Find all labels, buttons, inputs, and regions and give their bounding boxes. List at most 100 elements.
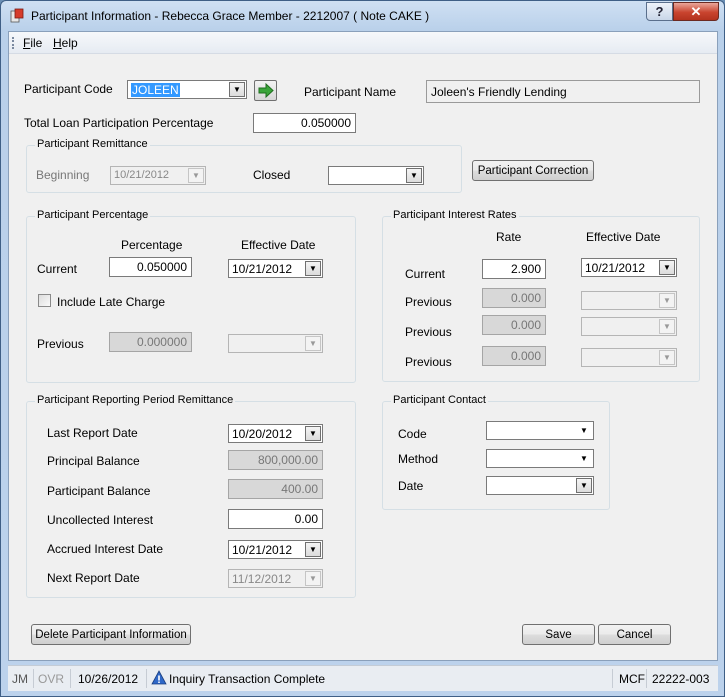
contact-method-label: Method xyxy=(398,452,439,466)
participant-code-label: Participant Code xyxy=(24,82,113,96)
include-late-charge-checkbox[interactable] xyxy=(38,294,51,307)
group-title: Participant Interest Rates xyxy=(391,209,519,221)
chevron-down-icon[interactable]: ▼ xyxy=(305,261,321,276)
next-report-date-combo[interactable]: 11/12/2012 ▼ xyxy=(228,569,323,588)
chevron-down-icon[interactable]: ▼ xyxy=(576,478,592,493)
interest-rate-previous-3-field[interactable]: 0.000 xyxy=(482,346,546,366)
status-separator xyxy=(646,669,647,688)
effective-date-column-header: Effective Date xyxy=(241,238,316,252)
group-title: Participant Contact xyxy=(391,394,488,406)
group-title: Participant Percentage xyxy=(35,209,151,221)
participant-balance-label: Participant Balance xyxy=(47,484,151,498)
closed-date-combo[interactable]: ▼ xyxy=(328,166,424,185)
contact-code-label: Code xyxy=(398,427,427,441)
participant-remittance-group: Participant Remittance Beginning 10/21/2… xyxy=(26,138,462,193)
interest-rate-current-field[interactable]: 2.900 xyxy=(482,259,546,279)
chevron-down-icon[interactable]: ▼ xyxy=(659,350,675,365)
total-percentage-label: Total Loan Participation Percentage xyxy=(24,116,214,130)
previous-effective-date-combo[interactable]: ▼ xyxy=(228,334,323,353)
contact-date-combo[interactable]: ▼ xyxy=(486,476,594,495)
group-title: Participant Reporting Period Remittance xyxy=(35,394,236,406)
contact-code-combo[interactable]: ▼ xyxy=(486,421,594,440)
contact-method-combo[interactable]: ▼ xyxy=(486,449,594,468)
participant-code-value: JOLEEN xyxy=(131,83,180,97)
beginning-label: Beginning xyxy=(36,168,90,182)
chevron-down-icon[interactable]: ▼ xyxy=(305,426,321,441)
status-message: Inquiry Transaction Complete xyxy=(169,672,326,686)
reporting-period-remittance-group: Participant Reporting Period Remittance … xyxy=(26,394,356,598)
close-button[interactable]: ✕ xyxy=(673,2,719,21)
uncollected-interest-label: Uncollected Interest xyxy=(47,513,154,527)
chevron-down-icon[interactable]: ▼ xyxy=(576,451,592,466)
current-effective-date-value: 10/21/2012 xyxy=(232,262,293,276)
chevron-down-icon[interactable]: ▼ xyxy=(305,336,321,351)
last-report-date-label: Last Report Date xyxy=(47,426,138,440)
chevron-down-icon[interactable]: ▼ xyxy=(305,571,321,586)
info-triangle-icon xyxy=(151,670,167,685)
status-separator xyxy=(33,669,34,688)
next-report-date-label: Next Report Date xyxy=(47,571,140,585)
window-title: Participant Information - Rebecca Grace … xyxy=(31,9,430,23)
beginning-date-combo[interactable]: 10/21/2012 ▼ xyxy=(110,166,206,185)
percentage-column-header: Percentage xyxy=(121,238,183,252)
participant-correction-button[interactable]: Participant Correction xyxy=(472,160,594,181)
include-late-charge-label: Include Late Charge xyxy=(57,295,166,309)
delete-participant-button[interactable]: Delete Participant Information xyxy=(31,624,191,645)
chevron-down-icon[interactable]: ▼ xyxy=(659,260,675,275)
interest-rate-previous-2-field[interactable]: 0.000 xyxy=(482,315,546,335)
previous-label: Previous xyxy=(37,337,84,351)
participant-balance-field[interactable]: 400.00 xyxy=(228,479,323,499)
menu-help[interactable]: Help xyxy=(53,36,78,50)
contact-date-label: Date xyxy=(398,479,424,493)
status-user: JM xyxy=(12,672,28,686)
interest-date-current-combo[interactable]: 10/21/2012 ▼ xyxy=(581,258,677,277)
title-bar[interactable]: Participant Information - Rebecca Grace … xyxy=(1,1,724,31)
menu-file[interactable]: File xyxy=(23,36,42,50)
interest-rate-previous-1-field[interactable]: 0.000 xyxy=(482,288,546,308)
chevron-down-icon[interactable]: ▼ xyxy=(188,168,204,183)
chevron-down-icon[interactable]: ▼ xyxy=(659,293,675,308)
participant-information-window: Participant Information - Rebecca Grace … xyxy=(0,0,725,697)
participant-code-combo[interactable]: JOLEEN ▼ xyxy=(127,80,247,99)
cancel-button[interactable]: Cancel xyxy=(598,624,671,645)
uncollected-interest-field[interactable]: 0.00 xyxy=(228,509,323,529)
chevron-down-icon[interactable]: ▼ xyxy=(305,542,321,557)
previous-percentage-field[interactable]: 0.000000 xyxy=(109,332,192,352)
effective-date-column-header: Effective Date xyxy=(586,230,661,244)
accrued-interest-date-combo[interactable]: 10/21/2012 ▼ xyxy=(228,540,323,559)
status-separator xyxy=(612,669,613,688)
status-bar: JM OVR 10/26/2012 Inquiry Transaction Co… xyxy=(8,665,718,691)
status-date: 10/26/2012 xyxy=(78,672,139,686)
total-percentage-field[interactable]: 0.050000 xyxy=(253,113,356,133)
interest-date-previous-1-combo[interactable]: ▼ xyxy=(581,291,677,310)
last-report-date-combo[interactable]: 10/20/2012 ▼ xyxy=(228,424,323,443)
participant-name-field[interactable]: Joleen's Friendly Lending xyxy=(426,80,700,103)
interest-row-label: Previous xyxy=(405,355,452,369)
rate-column-header: Rate xyxy=(496,230,522,244)
chevron-down-icon[interactable]: ▼ xyxy=(576,423,592,438)
menu-bar: File Help xyxy=(9,32,717,54)
go-arrow-button[interactable] xyxy=(254,80,277,101)
chevron-down-icon[interactable]: ▼ xyxy=(659,319,675,334)
accrued-interest-date-value: 10/21/2012 xyxy=(232,543,293,557)
menu-grip-icon xyxy=(12,37,15,49)
current-percentage-field[interactable]: 0.050000 xyxy=(109,257,192,277)
interest-row-label: Current xyxy=(405,267,446,281)
closed-label: Closed xyxy=(253,168,291,182)
chevron-down-icon[interactable]: ▼ xyxy=(406,168,422,183)
participant-percentage-group: Participant Percentage Percentage Effect… xyxy=(26,209,356,383)
interest-row-label: Previous xyxy=(405,325,452,339)
chevron-down-icon[interactable]: ▼ xyxy=(229,82,245,97)
interest-date-previous-3-combo[interactable]: ▼ xyxy=(581,348,677,367)
principal-balance-field[interactable]: 800,000.00 xyxy=(228,450,323,470)
current-label: Current xyxy=(37,262,78,276)
help-title-button[interactable]: ? xyxy=(646,2,673,21)
beginning-date-value: 10/21/2012 xyxy=(114,169,170,181)
status-separator xyxy=(70,669,71,688)
group-title: Participant Remittance xyxy=(35,138,150,150)
save-button[interactable]: Save xyxy=(522,624,595,645)
current-effective-date-combo[interactable]: 10/21/2012 ▼ xyxy=(228,259,323,278)
interest-date-previous-2-combo[interactable]: ▼ xyxy=(581,317,677,336)
participant-contact-group: Participant Contact Code ▼ Method ▼ Date… xyxy=(382,394,610,510)
arrow-right-icon xyxy=(258,82,274,99)
